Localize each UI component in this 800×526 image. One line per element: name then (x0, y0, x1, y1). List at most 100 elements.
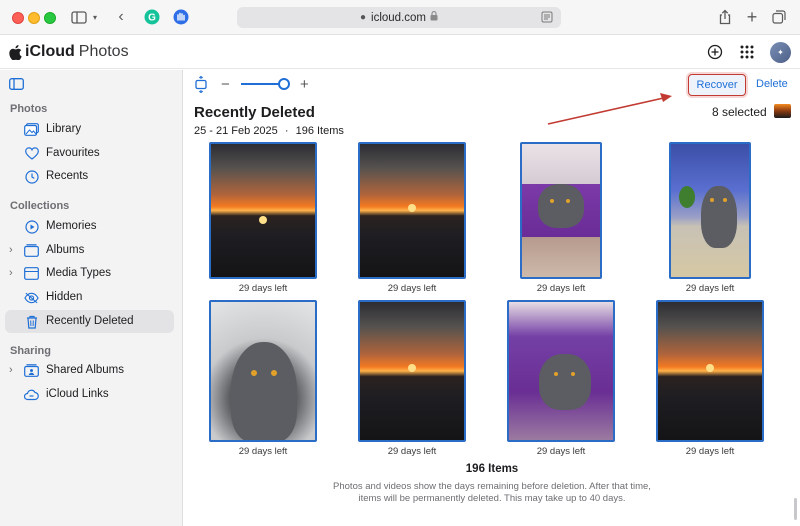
sun-shape (408, 204, 416, 212)
grammarly-extension-button[interactable]: G (143, 7, 161, 27)
photo-tile[interactable] (656, 300, 764, 442)
photo-tile[interactable] (507, 300, 615, 442)
brand-name: iCloud (25, 43, 75, 60)
date-range: 25 - 21 Feb 2025 (194, 125, 278, 137)
sidebar-section-photos: Photos (10, 103, 48, 115)
photo-tile[interactable] (358, 142, 466, 279)
chevron-down-icon: ▾ (92, 12, 97, 22)
eye-slash-icon (24, 290, 39, 305)
sidebar-item-label: iCloud Links (46, 388, 109, 400)
photo-tile[interactable] (669, 142, 751, 279)
footer-note-line-2: items will be permanently deleted. This … (358, 493, 626, 504)
selection-count: 8 selected (712, 105, 767, 119)
photo-content-area: − + Recover Delete Recently Deleted 25 -… (184, 70, 800, 526)
heart-icon (24, 146, 39, 161)
address-bar[interactable]: ● icloud.com (237, 7, 561, 28)
zoom-in-button[interactable]: + (300, 76, 309, 93)
recover-button[interactable]: Recover (688, 74, 746, 96)
photo-tile[interactable] (209, 142, 317, 279)
reader-view-icon[interactable] (541, 11, 553, 26)
link-icon (24, 387, 39, 402)
photo-caption: 29 days left (387, 283, 437, 294)
sidebar-item-label: Favourites (46, 147, 100, 159)
aspect-ratio-toggle[interactable] (194, 75, 208, 98)
share-button[interactable] (717, 7, 733, 27)
page-title: Recently Deleted (194, 104, 315, 121)
sidebar-item-recently-deleted[interactable]: Recently Deleted (5, 310, 174, 333)
sidebar-toggle-browser-button[interactable]: ▾ (70, 7, 98, 27)
plus-icon: + (300, 76, 309, 93)
photo-library-icon (24, 122, 39, 137)
minimize-window-button[interactable] (28, 12, 40, 24)
chevron-right-icon[interactable]: › (9, 244, 13, 256)
tab-overview-button[interactable] (771, 7, 787, 27)
sun-shape (259, 216, 267, 224)
sidebar-item-label: Shared Albums (46, 364, 124, 376)
chevron-right-icon[interactable]: › (9, 364, 13, 376)
sidebar-item-icloud-links[interactable]: iCloud Links (5, 383, 174, 406)
zoom-out-button[interactable]: − (221, 76, 230, 93)
minus-icon: − (221, 76, 230, 93)
apple-logo-icon (9, 44, 22, 60)
browser-toolbar: ▾ ‹ G ● icloud.com + (0, 0, 800, 35)
sidebar-item-recents[interactable]: Recents (5, 165, 174, 188)
shared-album-icon (24, 363, 39, 378)
plus-icon: + (746, 6, 758, 27)
delete-button[interactable]: Delete (756, 78, 788, 90)
album-icon (24, 243, 39, 258)
photo-caption: 29 days left (685, 283, 735, 294)
zoom-slider-knob[interactable] (278, 78, 290, 90)
footer-item-count: 196 Items (465, 463, 519, 475)
photo-caption: 29 days left (685, 446, 735, 457)
footer-note-line-1: Photos and videos show the days remainin… (333, 481, 651, 492)
app-launcher-button[interactable] (738, 43, 756, 61)
chevron-right-icon[interactable]: › (9, 267, 13, 279)
subtitle-separator: · (284, 125, 289, 137)
sidebar-item-label: Hidden (46, 291, 83, 303)
photo-caption: 29 days left (238, 446, 288, 457)
sidebar-item-label: Media Types (46, 267, 111, 279)
privacy-extension-button[interactable] (172, 7, 190, 27)
sidebar-toggle-button[interactable] (9, 77, 24, 95)
sidebar-item-library[interactable]: Library (5, 118, 174, 141)
clock-icon (24, 169, 39, 184)
sidebar-item-label: Albums (46, 244, 85, 256)
close-window-button[interactable] (12, 12, 24, 24)
item-count: 196 Items (295, 125, 344, 137)
photo-tile[interactable] (209, 300, 317, 442)
lock-icon (430, 11, 438, 24)
new-tab-button[interactable]: + (744, 7, 760, 27)
add-button[interactable] (706, 43, 724, 61)
cat-shape (539, 354, 591, 410)
sidebar-item-shared-albums[interactable]: › Shared Albums (5, 359, 174, 382)
zoom-window-button[interactable] (44, 12, 56, 24)
photo-caption: 29 days left (536, 446, 586, 457)
page-subtitle: 25 - 21 Feb 2025 · 196 Items (194, 125, 344, 137)
sidebar-item-albums[interactable]: › Albums (5, 239, 174, 262)
aspect-ratio-icon (195, 75, 207, 94)
scrollbar[interactable] (794, 498, 797, 520)
sidebar-item-memories[interactable]: Memories (5, 215, 174, 238)
tabs-icon (772, 10, 786, 24)
plus-circle-icon (707, 44, 723, 60)
media-types-icon (24, 266, 39, 281)
app-header: iCloud Photos ✦ (0, 35, 800, 69)
app-brand[interactable]: iCloud Photos (9, 43, 129, 61)
sidebar-item-hidden[interactable]: Hidden (5, 286, 174, 309)
share-icon (719, 9, 731, 25)
sun-shape (706, 364, 714, 372)
plant-shape (679, 186, 695, 208)
url-text: icloud.com (371, 11, 426, 24)
photo-tile[interactable] (358, 300, 466, 442)
sidebar-item-label: Memories (46, 220, 97, 232)
sidebar-item-label: Recents (46, 170, 89, 182)
sidebar-item-favourites[interactable]: Favourites (5, 142, 174, 165)
sidebar-section-sharing: Sharing (10, 345, 51, 357)
sidebar-item-media-types[interactable]: › Media Types (5, 262, 174, 285)
back-button[interactable]: ‹ (113, 7, 129, 27)
hand-shield-icon (173, 9, 189, 25)
grid-icon (740, 45, 754, 59)
svg-text:G: G (148, 13, 156, 24)
account-avatar[interactable]: ✦ (770, 42, 791, 63)
photo-tile[interactable] (520, 142, 602, 279)
